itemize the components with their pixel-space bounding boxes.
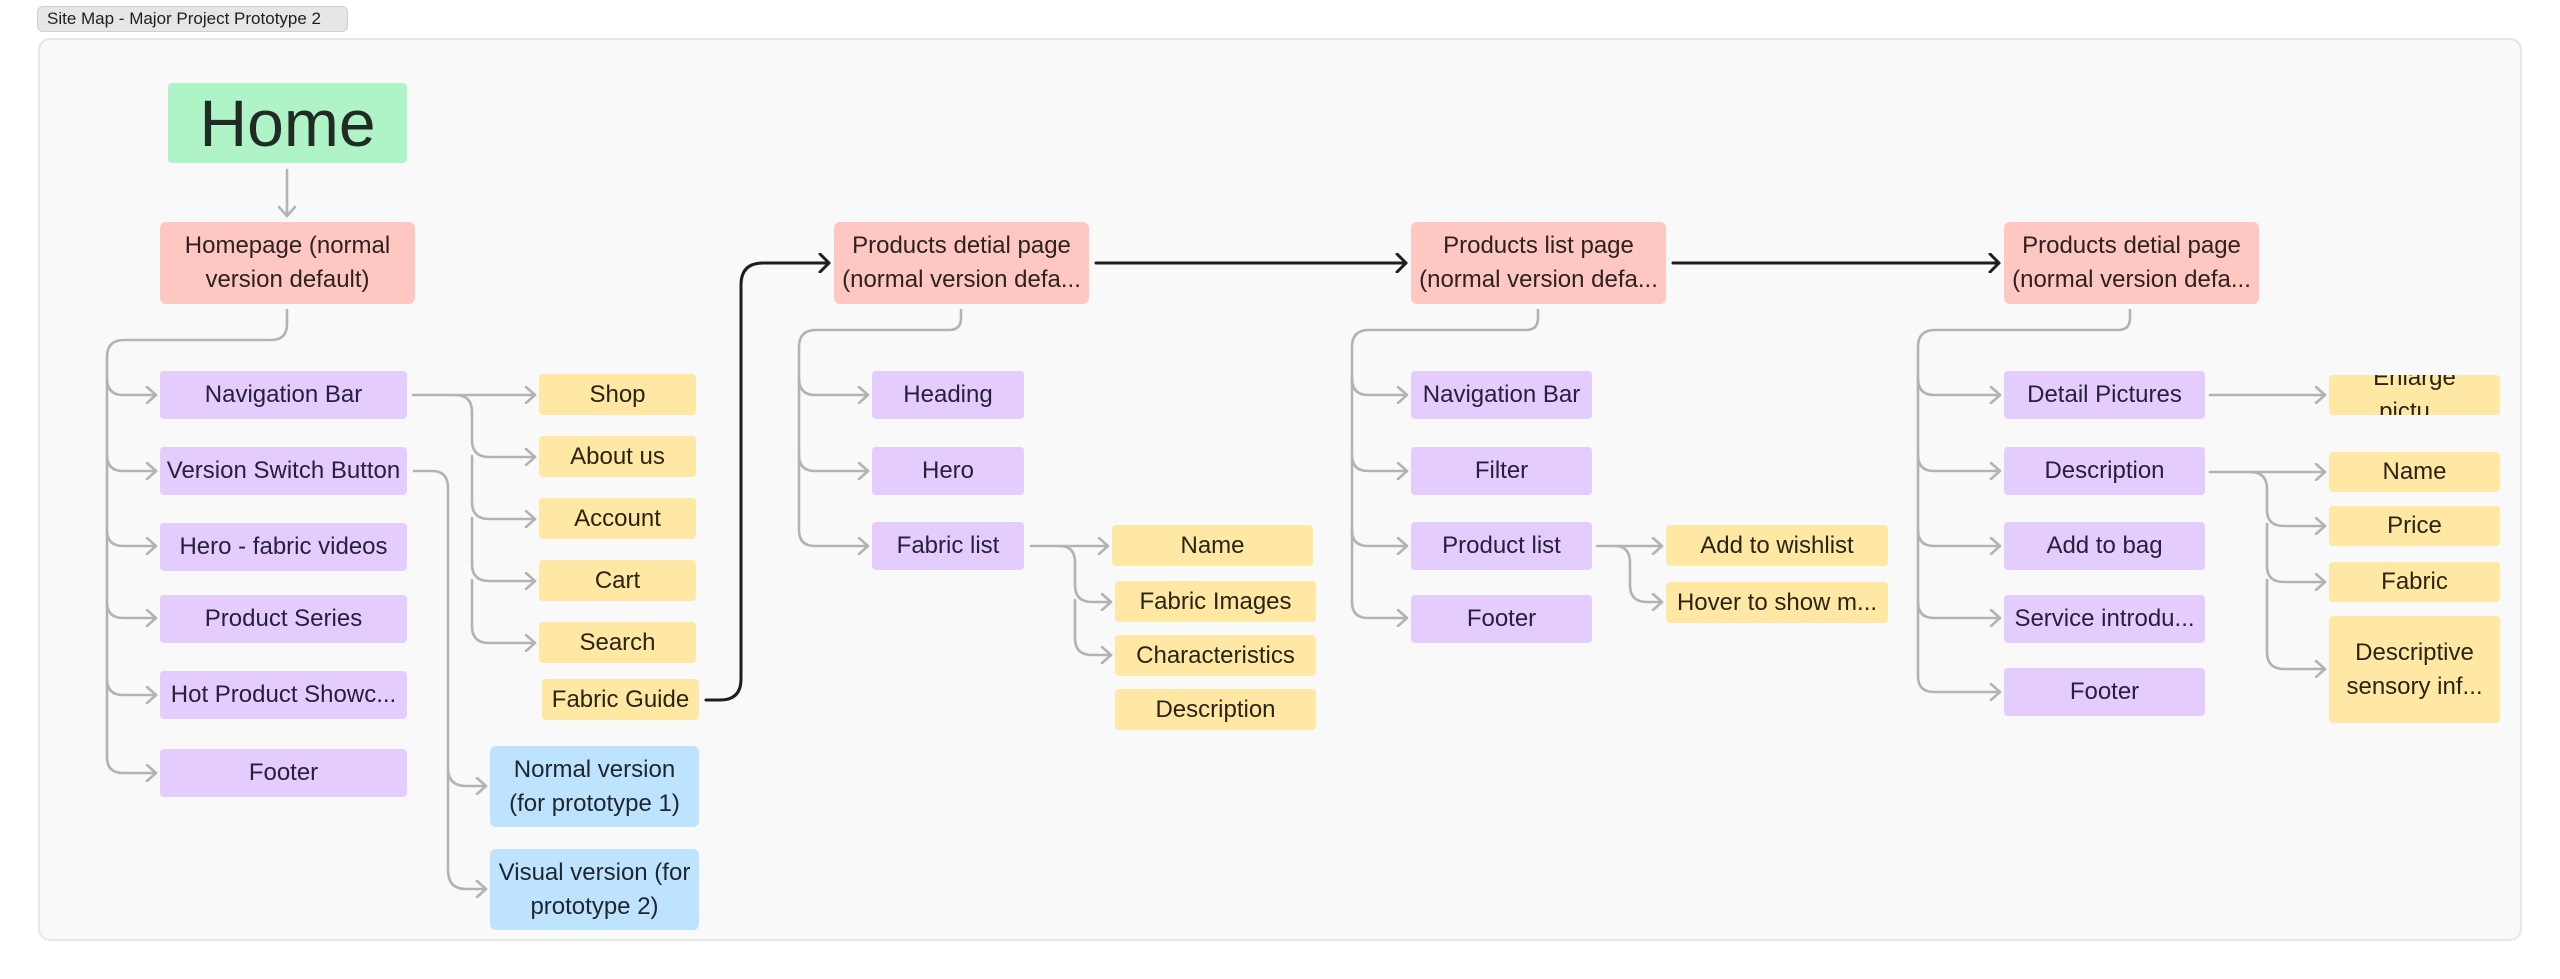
feature-node[interactable]: Characteristics [1115,635,1316,676]
feature-label: Cart [594,566,641,594]
feature-node[interactable]: Account [539,498,696,539]
root-node-home[interactable]: Home [168,83,407,163]
section-node[interactable]: Footer [1411,595,1592,643]
section-label: Version Switch Button [166,457,401,484]
section-node[interactable]: Navigation Bar [160,371,407,419]
section-label: Hot Product Showc... [170,681,397,708]
section-node[interactable]: Navigation Bar [1411,371,1592,419]
version-node[interactable]: Normal version (for prototype 1) [490,746,699,827]
page-label: Homepage (normal version default) [184,232,391,293]
feature-node[interactable]: Description [1115,689,1316,730]
section-label: Hero [921,457,975,484]
feature-label: About us [570,442,665,470]
feature-label: Fabric Images [1139,587,1292,615]
feature-label: Add to wishlist [1700,531,1854,559]
feature-label: Enlarge pictu... [2373,375,2456,415]
version-label: Visual version (for prototype 2) [498,858,691,920]
page-node-homepage[interactable]: Homepage (normal version default) [160,222,415,304]
section-node[interactable]: Filter [1411,447,1592,495]
page-label: Products detial page (normal version def… [2012,232,2251,293]
section-label: Filter [1474,457,1529,484]
section-node[interactable]: Version Switch Button [160,447,407,495]
root-label: Home [199,86,376,160]
feature-label: Price [2387,512,2442,539]
page-node-product-detail-1[interactable]: Products detial page (normal version def… [834,222,1089,304]
feature-node[interactable]: Name [2329,452,2500,492]
section-node[interactable]: Hero - fabric videos [160,523,407,571]
section-node[interactable]: Fabric list [872,522,1024,570]
section-label: Product list [1442,532,1561,559]
section-label: Service introdu... [2014,605,2195,632]
feature-node[interactable]: Add to wishlist [1666,525,1888,566]
version-label: Normal version (for prototype 1) [509,755,680,817]
feature-node[interactable]: Price [2329,506,2500,546]
section-node[interactable]: Product list [1411,522,1592,570]
frame-title-tag[interactable]: Site Map - Major Project Prototype 2 [37,6,348,32]
version-node[interactable]: Visual version (for prototype 2) [490,849,699,930]
section-label: Navigation Bar [204,381,363,408]
section-node[interactable]: Footer [160,749,407,797]
page-label: Products detial page (normal version def… [842,232,1081,293]
feature-label: Shop [589,380,646,408]
feature-label: Hover to show m... [1676,588,1878,616]
feature-node[interactable]: Descriptive sensory inf... [2329,616,2500,723]
section-node[interactable]: Hot Product Showc... [160,671,407,719]
section-node[interactable]: Hero [872,447,1024,495]
section-node[interactable]: Heading [872,371,1024,419]
feature-label: Name [1180,531,1245,559]
feature-node[interactable]: Search [539,622,696,663]
section-label: Product Series [204,605,363,632]
section-label: Navigation Bar [1422,381,1581,408]
section-label: Detail Pictures [2027,381,2182,408]
page-node-product-detail-2[interactable]: Products detial page (normal version def… [2004,222,2259,304]
page-label: Products list page (normal version defa.… [1419,232,1658,293]
feature-label: Descriptive sensory inf... [2346,638,2483,700]
feature-node-fabric-guide[interactable]: Fabric Guide [542,679,699,720]
section-node[interactable]: Description [2004,447,2205,495]
feature-label: Description [1155,695,1276,723]
feature-label: Characteristics [1136,641,1295,669]
feature-label: Name [2382,458,2447,485]
feature-label: Fabric [2381,568,2448,595]
section-label: Fabric list [896,532,1000,559]
feature-label: Search [579,628,656,656]
feature-node[interactable]: Enlarge pictu... [2329,375,2500,415]
section-label: Footer [2069,678,2140,705]
section-label: Footer [248,759,319,786]
section-label: Footer [1466,605,1537,632]
section-node[interactable]: Footer [2004,668,2205,716]
section-node[interactable]: Service introdu... [2004,595,2205,643]
feature-node[interactable]: Fabric [2329,562,2500,602]
feature-label: Account [574,504,661,532]
section-node[interactable]: Detail Pictures [2004,371,2205,419]
section-label: Hero - fabric videos [179,533,388,560]
section-label: Heading [903,381,993,408]
feature-node[interactable]: Shop [539,374,696,415]
section-label: Description [2044,457,2165,484]
feature-label: Fabric Guide [551,685,690,713]
feature-node[interactable]: About us [539,436,696,477]
page-node-product-list[interactable]: Products list page (normal version defa.… [1411,222,1666,304]
feature-node[interactable]: Fabric Images [1115,581,1316,622]
section-node[interactable]: Add to bag [2004,522,2205,570]
feature-node[interactable]: Cart [539,560,696,601]
feature-node[interactable]: Hover to show m... [1666,582,1888,623]
section-label: Add to bag [2046,532,2163,559]
feature-node[interactable]: Name [1112,525,1313,566]
section-node[interactable]: Product Series [160,595,407,643]
